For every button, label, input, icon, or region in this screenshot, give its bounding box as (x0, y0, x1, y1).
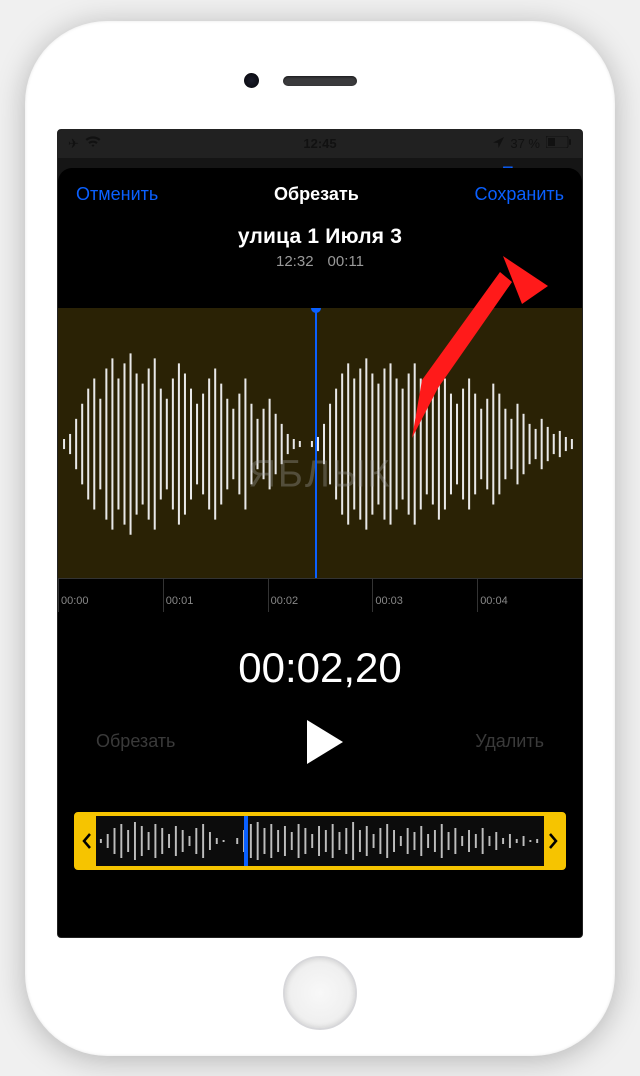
recording-meta: 12:32 00:11 (58, 253, 582, 270)
modal-header: Отменить Обрезать Сохранить (58, 168, 582, 209)
chevron-right-icon (548, 833, 558, 849)
status-left: ✈︎ (68, 136, 101, 152)
trim-handle-right[interactable] (544, 816, 562, 866)
wifi-icon (85, 136, 101, 151)
trim-waveform (96, 816, 544, 866)
mini-waveform-icon (96, 816, 544, 866)
speaker-grille (283, 76, 357, 86)
trim-handle-left[interactable] (78, 816, 96, 866)
trim-action-button[interactable]: Обрезать (96, 731, 175, 752)
battery-icon (546, 136, 572, 151)
status-bar: ✈︎ 12:45 37 % (58, 130, 582, 158)
location-icon (493, 136, 504, 151)
waveform-icon (58, 308, 582, 578)
cancel-button[interactable]: Отменить (76, 184, 158, 205)
time-ruler: 00:00 00:01 00:02 00:03 00:04 (58, 578, 582, 612)
iphone-frame: ✈︎ 12:45 37 % Править Отм (25, 21, 615, 1056)
ruler-tick: 00:03 (372, 579, 477, 612)
trim-modal: Отменить Обрезать Сохранить улица 1 Июля… (58, 168, 582, 937)
recording-duration: 00:11 (328, 253, 364, 270)
play-icon (303, 718, 347, 766)
playback-controls: Обрезать Удалить (58, 718, 582, 766)
playhead[interactable] (315, 308, 317, 578)
ruler-tick: 00:01 (163, 579, 268, 612)
chevron-left-icon (82, 833, 92, 849)
battery-percent: 37 % (510, 136, 540, 151)
status-right: 37 % (493, 136, 572, 151)
modal-title: Обрезать (274, 184, 359, 205)
recording-title: улица 1 Июля 3 (58, 225, 582, 249)
play-button[interactable] (303, 718, 347, 766)
ruler-tick: 00:00 (58, 579, 163, 612)
delete-action-button[interactable]: Удалить (475, 731, 544, 752)
airplane-mode-icon: ✈︎ (68, 136, 79, 152)
save-button[interactable]: Сохранить (475, 184, 564, 205)
status-time: 12:45 (303, 136, 336, 151)
ruler-tick: 00:04 (477, 579, 582, 612)
home-button[interactable] (283, 956, 357, 1030)
trim-scrubber[interactable] (74, 812, 566, 870)
timecode: 00:02,20 (58, 644, 582, 692)
front-camera (244, 73, 259, 88)
trim-playhead[interactable] (244, 816, 248, 866)
recording-time: 12:32 (276, 253, 314, 270)
ruler-tick: 00:02 (268, 579, 373, 612)
screen: ✈︎ 12:45 37 % Править Отм (57, 129, 583, 938)
waveform-area[interactable]: ЯБЛЫК (58, 308, 582, 578)
